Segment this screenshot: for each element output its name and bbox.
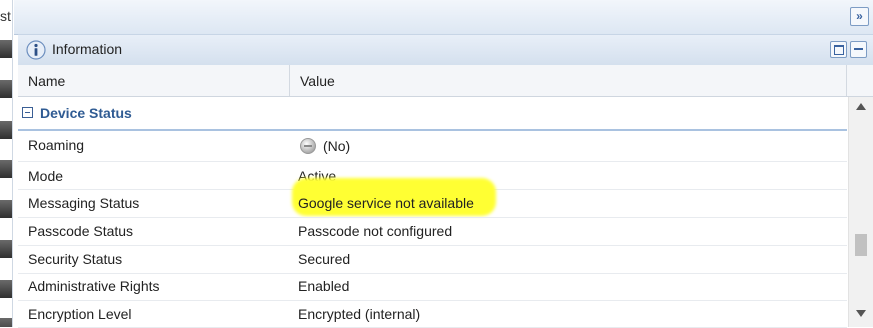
row-name: Encryption Level	[28, 306, 132, 322]
row-value: (No)	[323, 138, 351, 154]
panel-title: Information	[52, 41, 123, 57]
expand-button[interactable]: »	[850, 7, 869, 26]
property-grid: Roaming (No) Mode Active Messaging Statu…	[18, 131, 847, 328]
scroll-up-arrow-icon[interactable]	[856, 103, 866, 110]
left-strip-text: st	[0, 8, 11, 24]
left-thumbnail[interactable]	[0, 160, 12, 178]
vertical-scrollbar[interactable]	[848, 97, 873, 327]
collapse-icon[interactable]	[22, 107, 33, 118]
column-header-name[interactable]: Name	[18, 65, 290, 96]
row-name: Passcode Status	[28, 223, 134, 239]
table-row[interactable]: Roaming (No)	[18, 131, 847, 162]
row-value: Encrypted (internal)	[298, 306, 421, 322]
info-icon	[26, 40, 46, 60]
left-thumbnail[interactable]	[0, 318, 12, 327]
group-title: Device Status	[40, 105, 132, 121]
row-value: Enabled	[298, 278, 350, 294]
left-thumbnail[interactable]	[0, 40, 12, 58]
left-strip: st	[0, 0, 13, 327]
column-header-value-label: Value	[300, 73, 335, 89]
table-row[interactable]: Passcode Status Passcode not configured	[18, 218, 847, 246]
left-thumbnail[interactable]	[0, 200, 12, 218]
column-header-row: Name Value	[18, 65, 873, 97]
group-header-device-status[interactable]: Device Status	[18, 97, 847, 131]
left-thumbnail[interactable]	[0, 121, 12, 139]
table-row[interactable]: Messaging Status Google service not avai…	[18, 190, 847, 218]
row-name: Roaming	[28, 137, 85, 153]
row-value: Google service not available	[298, 195, 474, 211]
column-header-value[interactable]: Value	[290, 65, 847, 96]
left-thumbnail[interactable]	[0, 280, 12, 298]
row-name: Administrative Rights	[28, 278, 160, 294]
table-row[interactable]: Administrative Rights Enabled	[18, 273, 847, 301]
column-header-name-label: Name	[28, 73, 66, 89]
table-row[interactable]: Encryption Level Encrypted (internal)	[18, 301, 847, 328]
restore-button[interactable]	[830, 41, 847, 58]
row-value: Secured	[298, 251, 351, 267]
left-thumbnail[interactable]	[0, 240, 12, 258]
row-name: Security Status	[28, 251, 123, 267]
table-row[interactable]: Security Status Secured	[18, 246, 847, 274]
panel-top-bar: »	[14, 0, 873, 35]
scrollbar-thumb[interactable]	[855, 234, 867, 256]
status-dot-icon	[300, 138, 316, 154]
row-name: Messaging Status	[28, 195, 140, 211]
row-value: Passcode not configured	[298, 223, 453, 239]
row-name: Mode	[28, 168, 64, 184]
scroll-down-arrow-icon[interactable]	[856, 310, 866, 317]
minimize-button[interactable]	[850, 41, 867, 58]
information-panel-header: Information	[18, 34, 873, 66]
left-thumbnail[interactable]	[0, 80, 12, 98]
